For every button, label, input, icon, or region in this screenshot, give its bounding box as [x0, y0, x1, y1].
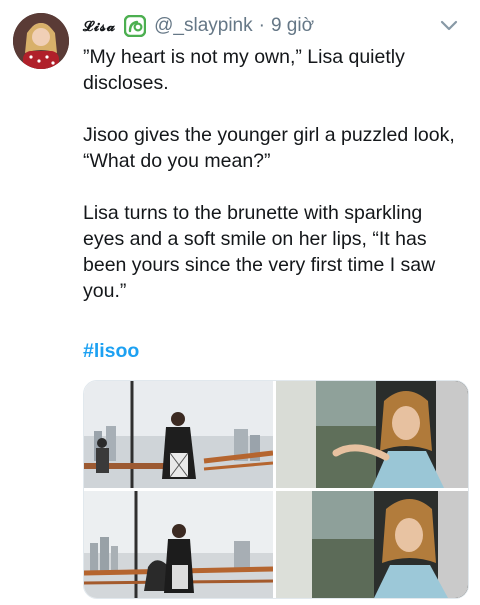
hashtag-link[interactable]: #lisoo	[83, 340, 139, 363]
tweet-paragraph: Lisa turns to the brunette with sparklin…	[83, 202, 436, 302]
tweet-paragraph: ”My heart is not my own,” Lisa quietly d…	[83, 46, 405, 94]
avatar[interactable]	[13, 13, 69, 69]
photo-bridge-2[interactable]	[84, 491, 273, 598]
photo-window-1[interactable]	[276, 381, 468, 488]
chevron-down-icon[interactable]	[438, 14, 460, 36]
photo-bridge-1[interactable]	[84, 381, 273, 488]
tweet-header: 𝓛𝓲𝓼𝓪 @_slaypink · 9 giờ	[83, 14, 460, 38]
display-name[interactable]: 𝓛𝓲𝓼𝓪	[83, 18, 116, 35]
green-sprout-icon	[123, 14, 147, 38]
photo-window-2[interactable]	[276, 491, 468, 598]
media-grid	[83, 380, 469, 599]
tweet-text: ”My heart is not my own,” Lisa quietly d…	[83, 44, 463, 330]
user-handle[interactable]: @_slaypink	[154, 15, 253, 37]
tweet[interactable]: 𝓛𝓲𝓼𝓪 @_slaypink · 9 giờ ”My heart is not…	[0, 0, 480, 605]
tweet-paragraph: Jisoo gives the younger girl a puzzled l…	[83, 124, 455, 172]
timestamp[interactable]: 9 giờ	[271, 15, 314, 37]
separator-dot: ·	[258, 15, 265, 36]
